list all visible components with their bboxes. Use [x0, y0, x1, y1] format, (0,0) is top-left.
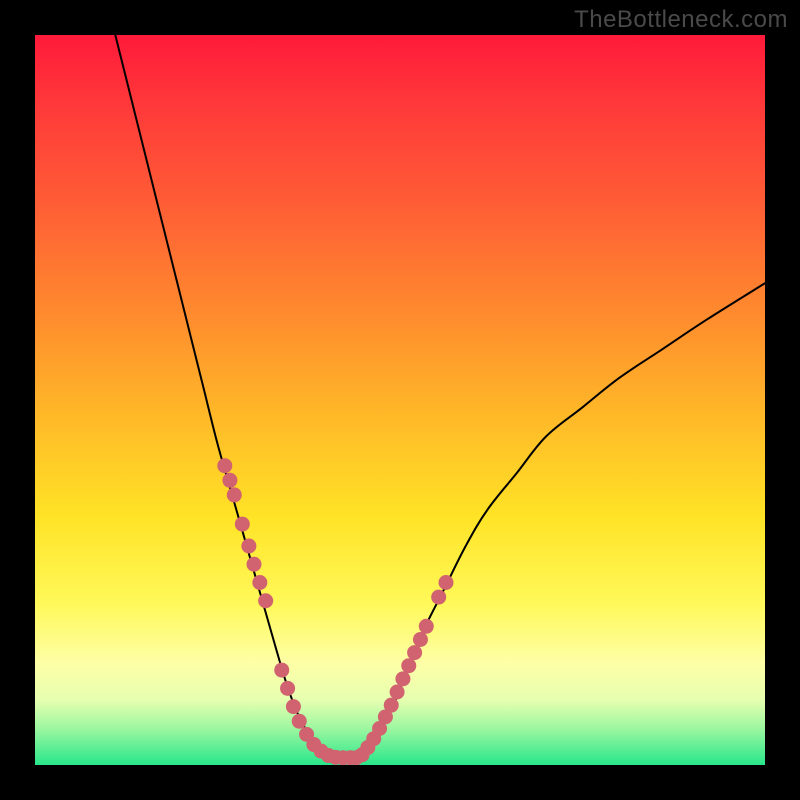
data-marker	[390, 685, 405, 700]
data-marker	[274, 663, 289, 678]
plot-area	[35, 35, 765, 765]
left-curve	[115, 35, 334, 758]
data-marker	[438, 575, 453, 590]
data-marker	[292, 714, 307, 729]
data-marker	[252, 575, 267, 590]
data-marker	[401, 658, 416, 673]
data-marker	[419, 619, 434, 634]
data-marker	[222, 473, 237, 488]
data-marker	[227, 487, 242, 502]
data-marker	[235, 517, 250, 532]
curve-layer	[35, 35, 765, 765]
data-marker	[258, 593, 273, 608]
chart-frame: TheBottleneck.com	[0, 0, 800, 800]
markers-right	[355, 575, 454, 762]
data-marker	[241, 539, 256, 554]
watermark-text: TheBottleneck.com	[574, 6, 788, 34]
markers-left	[217, 458, 363, 765]
data-marker	[217, 458, 232, 473]
data-marker	[407, 645, 422, 660]
data-marker	[395, 671, 410, 686]
data-marker	[286, 699, 301, 714]
data-marker	[247, 557, 262, 572]
data-marker	[413, 632, 428, 647]
data-marker	[384, 698, 399, 713]
data-marker	[431, 590, 446, 605]
data-marker	[280, 681, 295, 696]
